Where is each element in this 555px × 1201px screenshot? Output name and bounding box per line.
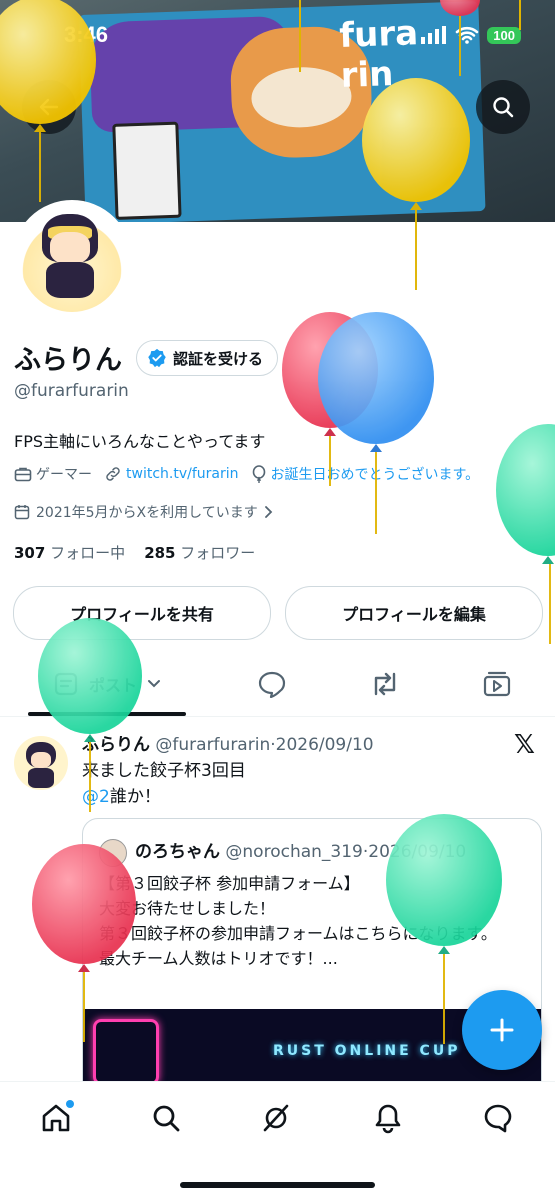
birthday-text: お誕生日おめでとうございます。 [270,467,480,483]
wifi-icon [455,26,479,44]
x-logo-icon[interactable]: 𝕏 [514,730,535,760]
status-time: 3:46 [64,22,109,47]
quote-date: 2026/09/10 [368,842,467,862]
nav-notifications[interactable] [368,1098,408,1138]
nav-explore[interactable] [146,1098,186,1138]
battery-indicator: 100 [487,26,521,44]
link-icon [106,467,120,481]
tweet-avatar-body [28,768,54,788]
followers-label: フォロワー [180,544,256,562]
balloon-blue [318,312,434,534]
status-icons: 100 [421,26,521,44]
quote-line: 最大チーム人数はトリオです！... [99,949,338,968]
tweet-mention[interactable]: @2 [82,787,110,807]
verified-badge-icon [148,348,166,368]
quote-image-text: RUST ONLINE CUP [273,1043,461,1059]
tab-replies[interactable] [245,652,299,716]
get-verified-label: 認証を受ける [173,349,264,368]
following-label: フォロー中 [50,544,126,562]
get-verified-button[interactable]: 認証を受ける [136,340,279,376]
category-item: ゲーマー [14,464,92,484]
tweet-avatar-face [31,752,51,768]
nav-grok[interactable] [256,1098,296,1138]
plus-icon [490,1018,514,1042]
profile-bio: FPS主軸にいろんなことやってます [14,432,266,451]
balloon-red [282,312,378,486]
nav-home[interactable] [36,1098,76,1138]
quote-avatar [99,839,127,867]
followers-link[interactable]: 285 フォロワー [144,544,255,562]
chevron-down-icon [148,680,160,688]
chat-bubble-icon [484,1104,512,1133]
chevron-right-icon [264,506,272,518]
following-count: 307 [14,544,46,562]
following-link[interactable]: 307 フォロー中 [14,544,125,562]
avatar-body [46,262,94,298]
tweet-author-name[interactable]: ふらりん [82,735,150,755]
nav-messages[interactable] [478,1098,518,1138]
follow-stats: 307 フォロー中 285 フォロワー [14,542,255,563]
quote-author-handle: @norochan_319 [225,842,363,862]
profile-name: ふらりん [14,345,122,376]
joined-text: 2021年5月からXを利用しています [36,505,258,521]
compose-post-button[interactable] [462,990,542,1070]
followers-count: 285 [144,544,176,562]
reply-icon [258,671,286,698]
edit-profile-button[interactable]: プロフィールを編集 [285,586,543,640]
tweet-text: 来ました餃子杯3回目 @2誰か！ [82,758,246,810]
quote-line: 第３回餃子杯の参加申請フォームはこちらになります。 [99,924,497,943]
search-icon [493,97,514,118]
quote-author-name: のろちゃん [135,842,220,862]
briefcase-icon [14,467,32,482]
neon-frame [93,1019,159,1085]
profile-meta: ゲーマー twitch.tv/furarin お誕生日おめでとうございます。 [14,464,479,484]
tweet-author-handle: @furarfurarin [155,735,271,755]
balloon-icon [252,465,265,483]
avatar-face [50,232,90,264]
media-icon [483,671,511,697]
quote-line: 大変お待たせしました！ [99,899,276,918]
quote-text: 【第３回餃子杯 参加申請フォーム】 大変お待たせしました！ 第３回餃子杯の参加申… [99,871,529,971]
quote-header: のろちゃん @norochan_319·2026/09/10 [135,837,466,862]
tweet-line-2: @2誰か！ [82,784,246,810]
tweet-header: ふらりん @furarfurarin·2026/09/10 [82,730,374,755]
search-icon [153,1105,180,1132]
tweet-avatar[interactable] [14,736,68,790]
profile-link-text: twitch.tv/furarin [126,466,239,482]
tab-media[interactable] [470,652,524,716]
joined-date[interactable]: 2021年5月からXを利用しています [14,502,274,522]
calendar-icon [14,505,30,520]
home-indicator [180,1182,375,1188]
cellular-signal-icon [421,26,447,44]
arrow-left-icon [39,98,59,116]
posts-tab-icon [54,672,78,696]
grok-icon [263,1104,289,1132]
search-button[interactable] [476,80,530,134]
profile-handle: @furarfurarin [14,381,129,401]
tab-reposts[interactable] [358,652,412,716]
quote-line: 【第３回餃子杯 参加申請フォーム】 [99,874,360,893]
tab-posts-label: ポスト [88,676,137,695]
notification-dot [66,1100,74,1108]
profile-avatar[interactable] [12,200,132,320]
tweet-line-1: 来ました餃子杯3回目 [82,761,246,781]
birthday-item: お誕生日おめでとうございます。 [251,464,480,484]
bell-icon [375,1104,401,1134]
profile-link[interactable]: twitch.tv/furarin [104,465,239,483]
tab-posts[interactable]: ポスト [28,652,186,716]
profile-tabs: ポスト [0,652,555,717]
category-label: ゲーマー [36,467,92,483]
share-profile-button[interactable]: プロフィールを共有 [13,586,271,640]
banner-cup-drawing [112,121,182,220]
tweet-date: 2026/09/10 [275,735,374,755]
tweet-line-2-rest: 誰か！ [109,787,161,807]
active-tab-indicator [28,712,186,716]
repost-icon [374,672,396,696]
back-button[interactable] [22,80,76,134]
quoted-tweet[interactable]: のろちゃん @norochan_319·2026/09/10 【第３回餃子杯 参… [82,818,542,1120]
